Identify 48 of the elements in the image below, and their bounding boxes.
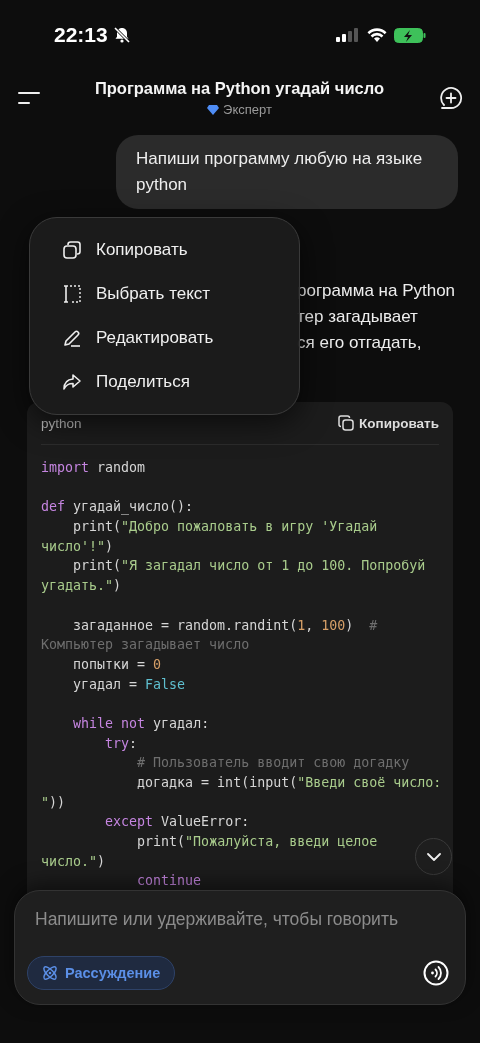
menu-item[interactable]: Выбрать текст (30, 272, 299, 316)
code-line: import random (41, 459, 146, 477)
battery-charging-icon (394, 27, 426, 43)
code-line: continue (136, 872, 202, 891)
pencil-icon (62, 328, 82, 348)
diamond-icon (207, 104, 220, 115)
reasoning-toggle[interactable]: Рассуждение (27, 956, 176, 990)
code-line: угадал = False (72, 675, 186, 694)
answer-text: рограмма на Python (297, 280, 457, 302)
bell-slash-icon (112, 26, 131, 44)
answer-text: тер загадывает (297, 306, 419, 328)
code-line: число.") (41, 852, 106, 871)
code-line: except ValueError: (104, 813, 250, 832)
code-line: # Пользователь вводит свою догадку (136, 754, 410, 773)
signal-icon (336, 28, 360, 42)
code-line: print("Пожалуйста, введи целое (136, 833, 378, 852)
menu-item[interactable]: Копировать (30, 228, 299, 272)
code-line: загаданное = random.randint(1, 100) # (72, 616, 378, 635)
code-line: print("Я загадал число от 1 до 100. Попробуй (72, 557, 426, 576)
copy-button[interactable]: Копировать (338, 413, 439, 433)
code-line: догадка = int(input("Введи своё число: (136, 774, 442, 792)
share-icon (62, 372, 82, 392)
text-select-icon (62, 284, 82, 304)
menu-item[interactable]: Редактировать (30, 316, 299, 360)
chevron-down-icon (426, 852, 441, 861)
copy-icon (62, 240, 82, 260)
code-line: def угадай_число(): (41, 498, 194, 517)
code-language: python (41, 415, 82, 431)
code-line: ")) (41, 793, 66, 812)
atom-icon (41, 964, 59, 982)
code-line: попытки = 0 (72, 655, 162, 674)
new-chat-icon[interactable] (439, 86, 463, 110)
code-line: while not угадал: (72, 714, 210, 733)
code-line: print("Добро пожаловать в игру 'Угадай (72, 518, 378, 537)
voice-icon[interactable] (423, 960, 449, 986)
code-line: угадать.") (41, 577, 122, 596)
status-time: 22:13 (54, 23, 108, 47)
model-label: Эксперт (223, 102, 272, 117)
message-input[interactable]: Напишите или удерживайте, чтобы говорить (27, 905, 449, 934)
menu-icon[interactable] (18, 90, 40, 106)
chat-title: Программа на Python угадай число (94, 79, 385, 98)
code-line: число'!") (41, 537, 114, 556)
code-line: try: (104, 734, 138, 753)
user-message: Напиши программу любую на языке python (116, 135, 458, 209)
copy-icon (338, 415, 354, 431)
code-line: Компьютер загадывает число (41, 636, 250, 655)
wifi-icon (367, 27, 387, 43)
menu-item[interactable]: Поделиться (30, 360, 299, 404)
